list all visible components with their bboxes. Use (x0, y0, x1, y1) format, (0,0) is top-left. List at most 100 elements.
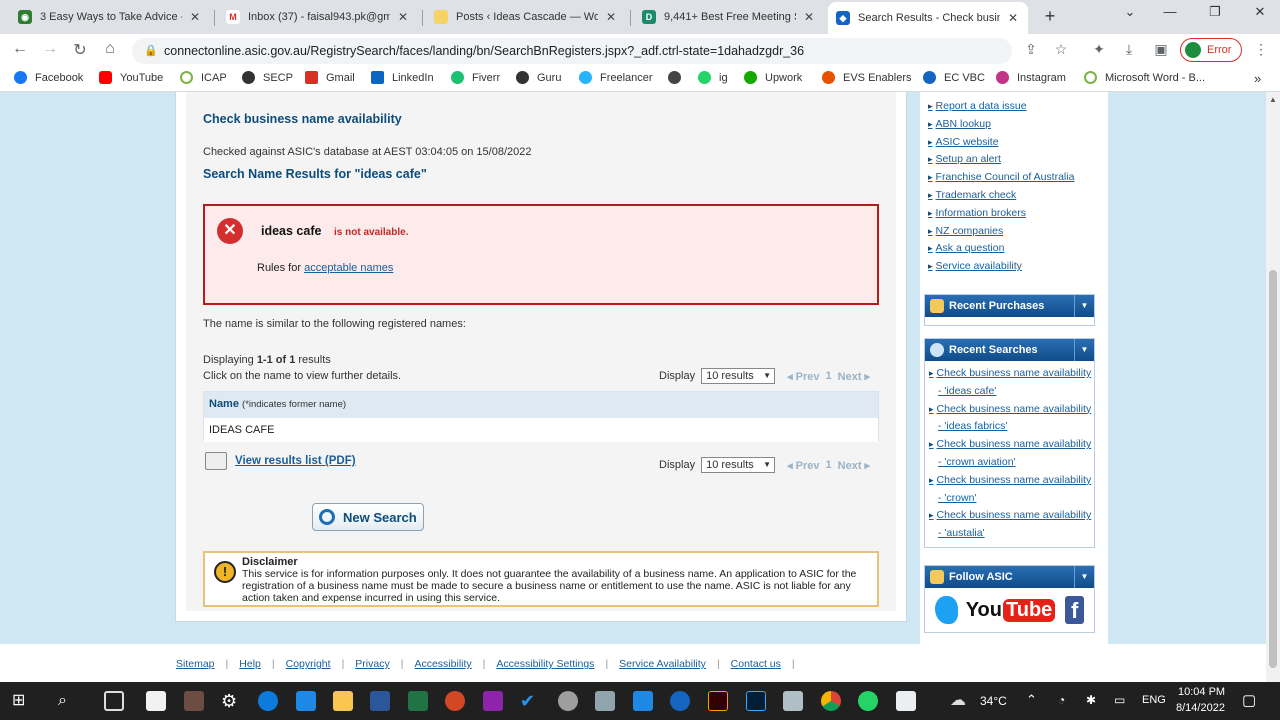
task-view-icon[interactable] (104, 691, 124, 711)
search-icon[interactable]: ⌕ (58, 691, 78, 711)
recent-search-term[interactable]: - 'crown' (929, 490, 1092, 508)
bookmark-ig[interactable]: ig (698, 71, 728, 84)
mail-icon[interactable] (296, 691, 316, 711)
recent-searches-header[interactable]: Recent Searches ▼ (925, 339, 1094, 361)
chevron-up-icon[interactable]: ⌃ (1026, 692, 1037, 708)
chevron-down-icon[interactable]: ▼ (1074, 295, 1094, 317)
footer-link-accessibility-settings[interactable]: Accessibility Settings (496, 658, 594, 670)
calculator-icon[interactable] (595, 691, 615, 711)
close-tab-icon[interactable]: ✕ (188, 10, 202, 24)
close-tab-icon[interactable]: ✕ (396, 10, 410, 24)
powerpoint-icon[interactable] (445, 691, 465, 711)
sidebar-link[interactable]: Ask a question (928, 240, 1096, 258)
forward-icon[interactable]: → (40, 40, 60, 58)
home-icon[interactable]: ⌂ (100, 40, 120, 58)
app-icon[interactable] (558, 691, 578, 711)
bluetooth-icon[interactable]: ✱ (1086, 693, 1096, 707)
footer-link-sitemap[interactable]: Sitemap (176, 658, 215, 670)
recent-search-term[interactable]: - 'ideas fabrics' (929, 418, 1092, 436)
sidebar-link[interactable]: ASIC website (928, 134, 1096, 152)
bookmark-guru[interactable]: Guru (516, 71, 561, 84)
close-tab-icon[interactable]: ✕ (604, 10, 618, 24)
acceptable-names-link[interactable]: acceptable names (304, 262, 393, 274)
footer-link-accessibility[interactable]: Accessibility (414, 658, 471, 670)
whatsapp-icon[interactable] (858, 691, 878, 711)
sidebar-link[interactable]: Service availability (928, 258, 1096, 276)
browser-tab-1[interactable]: ◉ 3 Easy Ways to Take Advice - ✕ (10, 4, 210, 30)
browser-tab-4[interactable]: D 9,441+ Best Free Meeting St ✕ (634, 4, 824, 30)
close-window-icon[interactable]: ✕ (1250, 4, 1270, 20)
app-icon[interactable] (896, 691, 916, 711)
bookmark-facebook[interactable]: Facebook (14, 71, 83, 84)
weather-cloud-icon[interactable]: ☁ (950, 691, 970, 711)
bookmark-youtube[interactable]: YouTube (99, 71, 163, 84)
app-icon[interactable] (783, 691, 803, 711)
sidepanel-icon[interactable]: ▣ (1152, 41, 1170, 58)
bookmark-instagram[interactable]: Instagram (996, 71, 1066, 84)
word-icon[interactable] (370, 691, 390, 711)
clock-date[interactable]: 8/14/2022 (1176, 702, 1225, 714)
display-select[interactable]: 10 results ▼ (701, 457, 776, 473)
sidebar-link[interactable]: Trademark check (928, 187, 1096, 205)
excel-icon[interactable] (408, 691, 428, 711)
recent-search-link[interactable]: Check business name availability (929, 401, 1092, 419)
back-icon[interactable]: ← (10, 40, 30, 58)
notifications-icon[interactable]: ▢ (1242, 691, 1256, 709)
sidebar-link[interactable]: Report a data issue (928, 98, 1096, 116)
browser-tab-2[interactable]: M Inbox (37) - faisal943.pk@gm ✕ (218, 4, 418, 30)
bookmark-freelancer[interactable]: Freelancer (579, 71, 653, 84)
new-tab-icon[interactable]: + (1040, 6, 1060, 27)
app-icon[interactable] (184, 691, 204, 711)
browser-tab-active[interactable]: ◆ Search Results - Check busin ✕ (828, 2, 1028, 34)
download-icon[interactable]: ⤓ (1120, 41, 1138, 58)
prev-link[interactable]: ◂ Prev (787, 370, 819, 383)
bookmark-linkedin[interactable]: LinkedIn (371, 71, 434, 84)
scrollbar-thumb[interactable] (1269, 270, 1277, 668)
sidebar-link[interactable]: ABN lookup (928, 116, 1096, 134)
checkmark-app-icon[interactable]: ✔ (520, 691, 540, 711)
recent-search-link[interactable]: Check business name availability (929, 507, 1092, 525)
internet-explorer-icon[interactable] (670, 691, 690, 711)
minimize-icon[interactable]: — (1160, 4, 1180, 19)
photoshop-icon[interactable] (746, 691, 766, 711)
sidebar-link[interactable]: Information brokers (928, 205, 1096, 223)
recent-search-link[interactable]: Check business name availability (929, 472, 1092, 490)
browser-tab-3[interactable]: Posts ‹ Ideas Cascade — Wo ✕ (426, 4, 626, 30)
recent-search-term[interactable]: - 'crown aviation' (929, 454, 1092, 472)
address-bar[interactable]: 🔒 connectonline.asic.gov.au/RegistrySear… (132, 38, 1012, 64)
footer-link-copyright[interactable]: Copyright (286, 658, 331, 670)
sidebar-link[interactable]: Franchise Council of Australia (928, 169, 1096, 187)
calendar-icon[interactable] (633, 691, 653, 711)
bookmark-upwork[interactable]: Upwork (744, 71, 802, 84)
scroll-up-icon[interactable]: ▲ (1269, 95, 1277, 104)
next-link[interactable]: Next ▸ (838, 370, 870, 383)
footer-link-contact[interactable]: Contact us (731, 658, 781, 670)
new-search-button[interactable]: New Search (312, 503, 424, 531)
sidebar-link[interactable]: NZ companies (928, 223, 1096, 241)
recent-search-link[interactable]: Check business name availability (929, 436, 1092, 454)
extensions-icon[interactable]: ✦ (1090, 41, 1108, 58)
row-name[interactable]: IDEAS CAFE (209, 424, 274, 436)
chrome-icon[interactable] (821, 691, 841, 711)
close-tab-icon[interactable]: ✕ (802, 10, 816, 24)
bookmark-secp[interactable]: SECP (242, 71, 293, 84)
bookmark-fiverr[interactable]: Fiverr (451, 71, 500, 84)
menu-icon[interactable]: ⋮ (1252, 41, 1270, 58)
reload-icon[interactable]: ↻ (70, 40, 90, 60)
table-row[interactable]: IDEAS CAFE (204, 418, 878, 442)
battery-icon[interactable]: ▭ (1114, 693, 1125, 707)
clock-time[interactable]: 10:04 PM (1178, 686, 1225, 698)
language-indicator[interactable]: ENG (1142, 694, 1166, 706)
sidebar-link[interactable]: Setup an alert (928, 151, 1096, 169)
maximize-icon[interactable]: ❐ (1205, 4, 1225, 20)
app-icon[interactable] (483, 691, 503, 711)
bookmark-ecvbc[interactable]: EC VBC (923, 71, 985, 84)
bookmark-globe[interactable] (668, 71, 689, 84)
tab-search-icon[interactable]: ⌄ (1120, 4, 1140, 20)
more-bookmarks-icon[interactable]: » (1254, 71, 1261, 86)
view-results-pdf-link[interactable]: View results list (PDF) (235, 455, 356, 467)
footer-link-service-availability[interactable]: Service Availability (619, 658, 706, 670)
follow-asic-header[interactable]: Follow ASIC ▼ (925, 566, 1094, 588)
youtube-icon[interactable]: You Tube (966, 598, 1056, 622)
footer-link-help[interactable]: Help (239, 658, 261, 670)
